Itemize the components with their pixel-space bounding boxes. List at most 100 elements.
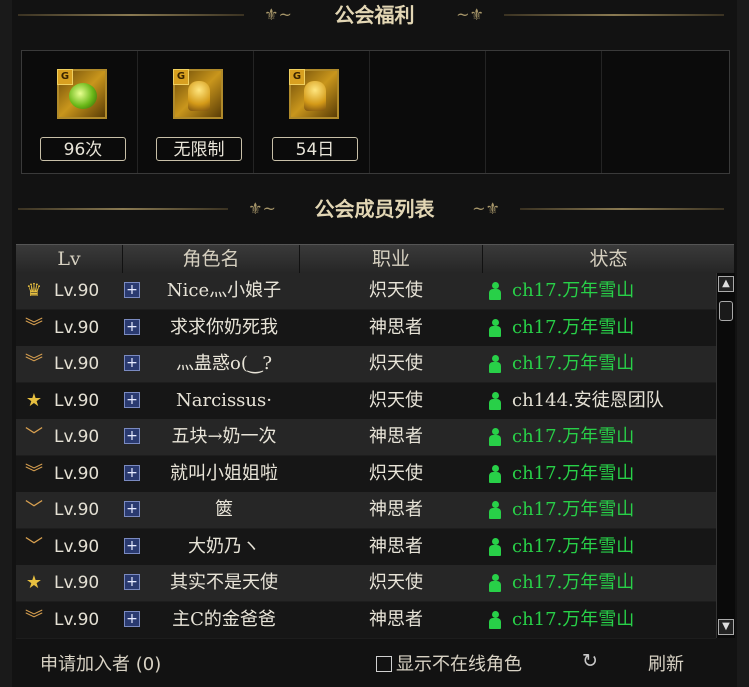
benefit-slot-empty — [370, 51, 486, 173]
applicants-link[interactable]: 申请加入者 (0) — [40, 650, 161, 676]
table-row[interactable]: ﹀ Lv.90 + 五块→奶一次 神思者 ch17.万年雪山 — [16, 419, 716, 456]
member-name: 大奶乃ヽ — [188, 535, 260, 557]
chevron-icon: ﹀ — [25, 499, 43, 520]
member-name: Narcissus· — [176, 389, 272, 411]
person-icon — [489, 428, 501, 446]
person-icon — [489, 574, 501, 592]
member-status: ch17.万年雪山 — [486, 602, 716, 638]
member-status: ch17.万年雪山 — [486, 310, 716, 346]
member-status: ch17.万年雪山 — [486, 565, 716, 601]
member-level: Lv.90 — [54, 573, 100, 593]
show-offline-toggle[interactable]: 显示不在线角色 — [376, 650, 522, 676]
scrollbar[interactable]: ▲ ▼ — [716, 273, 735, 638]
member-level: Lv.90 — [54, 609, 100, 630]
benefit-slot[interactable]: G 54日 — [254, 51, 370, 173]
member-name: Nice灬小娘子 — [166, 280, 282, 301]
g-badge-icon: G — [57, 69, 73, 85]
refresh-button[interactable]: 刷新 — [648, 650, 684, 676]
member-level: Lv.90 — [54, 427, 100, 447]
person-icon — [489, 391, 501, 410]
column-header-lv[interactable]: Lv — [16, 245, 123, 273]
table-row[interactable]: ★ Lv.90 + Narcissus· 炽天使 ch144.安徒恩团队 — [16, 382, 716, 420]
member-location: ch17.万年雪山 — [512, 426, 635, 447]
column-header-status[interactable]: 状态 — [483, 245, 734, 273]
ornament-icon: ~⚜ — [472, 199, 500, 218]
table-header: Lv 角色名 职业 状态 — [16, 244, 734, 274]
green-potion-icon[interactable]: G — [57, 69, 107, 119]
table-row[interactable]: ★ Lv.90 + 其实不是天使 炽天使 ch17.万年雪山 — [16, 565, 716, 602]
member-job: 炽天使 — [369, 572, 423, 593]
expand-plus-icon[interactable]: + — [124, 391, 140, 408]
divider — [520, 208, 724, 210]
member-status: ch17.万年雪山 — [486, 529, 716, 565]
benefit-slot[interactable]: G 无限制 — [138, 51, 254, 173]
member-level: Lv.90 — [54, 317, 100, 338]
member-level: Lv.90 — [54, 536, 100, 557]
benefit-label: 无限制 — [156, 137, 242, 161]
table-row[interactable]: ︾ Lv.90 + 灬蛊惑o(‿? 炽天使 ch17.万年雪山 — [16, 346, 716, 383]
refresh-icon[interactable]: ↻ — [580, 651, 600, 671]
ornament-icon: ~⚜ — [456, 5, 484, 24]
column-header-name[interactable]: 角色名 — [123, 245, 300, 273]
member-job: 神思者 — [369, 608, 423, 630]
members-header: ⚜~ 公会成员列表 ~⚜ — [0, 195, 749, 223]
golden-figure-icon[interactable]: G — [173, 69, 223, 119]
table-row[interactable]: ︾ Lv.90 + 就叫小姐姐啦 炽天使 ch17.万年雪山 — [16, 455, 716, 493]
table-row[interactable]: ﹀ Lv.90 + 大奶乃ヽ 神思者 ch17.万年雪山 — [16, 528, 716, 566]
scroll-down-button[interactable]: ▼ — [718, 619, 734, 635]
expand-plus-icon[interactable]: + — [124, 428, 140, 444]
member-status: ch17.万年雪山 — [486, 456, 716, 492]
double-chevron-icon: ︾ — [25, 316, 43, 338]
member-job: 炽天使 — [369, 353, 423, 374]
member-status: ch144.安徒恩团队 — [486, 383, 716, 419]
star-icon: ★ — [25, 572, 43, 593]
member-level: Lv.90 — [54, 500, 100, 520]
member-name: 五块→奶一次 — [171, 426, 277, 447]
expand-plus-icon[interactable]: + — [124, 282, 140, 298]
double-chevron-icon: ︾ — [25, 353, 43, 374]
benefit-slot-empty — [486, 51, 602, 173]
expand-plus-icon[interactable]: + — [124, 501, 140, 517]
member-job: 神思者 — [369, 499, 423, 520]
table-row[interactable]: ︾ Lv.90 + 求求你奶死我 神思者 ch17.万年雪山 — [16, 309, 716, 347]
benefit-slot[interactable]: G 96次 — [22, 51, 138, 173]
expand-plus-icon[interactable]: + — [124, 610, 140, 627]
person-icon — [489, 318, 501, 337]
member-level: Lv.90 — [54, 281, 100, 301]
benefits-header: ⚜~ 公会福利 ~⚜ — [0, 1, 749, 29]
benefit-slot-empty — [602, 51, 717, 173]
column-header-job[interactable]: 职业 — [300, 245, 483, 273]
member-level: Lv.90 — [54, 463, 100, 484]
table-row[interactable]: ︾ Lv.90 + 主C的金爸爸 神思者 ch17.万年雪山 — [16, 601, 716, 639]
g-badge-icon: G — [289, 69, 305, 85]
benefit-label: 96次 — [40, 137, 126, 161]
double-chevron-icon: ︾ — [25, 462, 43, 484]
member-location: ch17.万年雪山 — [512, 280, 635, 301]
member-level: Lv.90 — [54, 390, 100, 411]
star-icon: ★ — [25, 389, 43, 411]
table-row[interactable]: ♛ Lv.90 + Nice灬小娘子 炽天使 ch17.万年雪山 — [16, 273, 716, 310]
member-job: 炽天使 — [369, 280, 423, 301]
member-job: 神思者 — [369, 316, 423, 338]
person-icon — [489, 537, 501, 556]
benefits-panel: G 96次 G 无限制 G 54日 — [21, 50, 730, 174]
scroll-up-button[interactable]: ▲ — [718, 276, 734, 292]
show-offline-checkbox[interactable] — [376, 656, 392, 672]
golden-figure-icon[interactable]: G — [289, 69, 339, 119]
member-location: ch17.万年雪山 — [512, 499, 635, 520]
expand-plus-icon[interactable]: + — [124, 464, 140, 481]
expand-plus-icon[interactable]: + — [124, 537, 140, 554]
expand-plus-icon[interactable]: + — [124, 574, 140, 590]
chevron-icon: ﹀ — [25, 426, 43, 447]
guild-window: ⚜~ 公会福利 ~⚜ G 96次 G 无限制 G 54日 ⚜~ 公会成员列表 ~… — [0, 0, 749, 687]
expand-plus-icon[interactable]: + — [124, 318, 140, 335]
person-icon — [489, 282, 501, 300]
table-row[interactable]: ﹀ Lv.90 + 篋 神思者 ch17.万年雪山 — [16, 492, 716, 529]
member-job: 炽天使 — [369, 389, 423, 411]
person-icon — [489, 355, 501, 373]
scroll-thumb[interactable] — [719, 301, 733, 321]
members-table: Lv 角色名 职业 状态 ♛ Lv.90 + Nice灬小娘子 炽天使 ch17.万年雪山… — [16, 244, 735, 639]
member-status: ch17.万年雪山 — [486, 492, 716, 528]
benefit-label: 54日 — [272, 137, 358, 161]
expand-plus-icon[interactable]: + — [124, 355, 140, 371]
